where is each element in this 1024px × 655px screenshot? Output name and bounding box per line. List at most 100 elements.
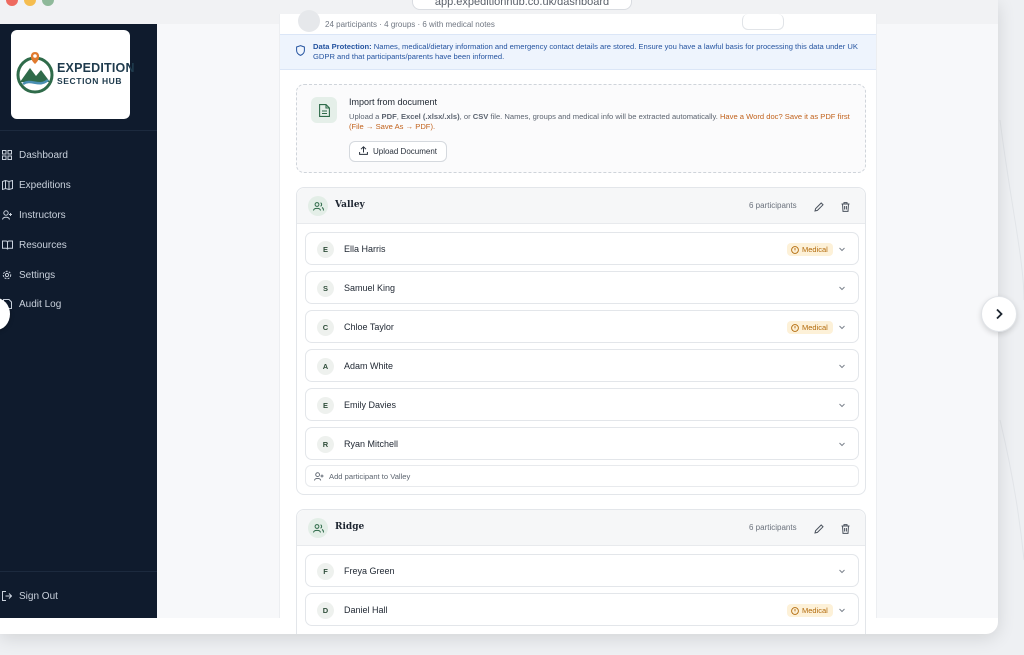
participant-name: Emily Davies [344,400,397,410]
upload-document-button[interactable]: Upload Document [349,141,447,162]
sidebar-item-expeditions[interactable]: Expeditions [0,175,157,195]
add-participant-button[interactable]: Add participant to Valley [305,465,859,487]
participant-initial: F [317,563,334,580]
brand-logo[interactable]: EXPEDITION SECTION HUB [11,30,135,119]
import-dropzone[interactable]: Import from document Upload a PDF, Excel… [296,84,866,173]
participant-name: Chloe Taylor [344,322,394,332]
participant-initial: R [317,436,334,453]
participant-initial: E [317,397,334,414]
user-plus-icon [314,471,324,481]
sidebar-item-settings[interactable]: Settings [0,265,157,285]
alert-circle-icon [791,606,799,615]
brand-subtitle: SECTION HUB [57,76,123,86]
participant-name: Ella Harris [344,244,386,254]
medical-badge: Medical [787,321,833,334]
brand-name: EXPEDITION [57,61,135,75]
data-protection-text: Data Protection: Names, medical/dietary … [313,42,858,61]
next-slide-button[interactable] [981,296,1017,332]
sidebar-item-label: Resources [19,239,67,251]
group-users-icon [308,518,328,538]
document-icon [311,97,337,123]
sidebar-item-label: Dashboard [19,149,68,161]
sidebar-item-label: Settings [19,269,56,281]
group-card-ridge: Ridge 6 participants F Freya Green D Dan… [296,509,866,634]
group-header: Ridge 6 participants [297,510,865,546]
sign-out-button[interactable]: Sign Out [0,586,157,606]
group-name: Valley [335,200,365,210]
delete-group-icon[interactable] [841,521,850,539]
data-protection-banner: Data Protection: Names, medical/dietary … [280,34,876,70]
chevron-down-icon[interactable] [838,284,846,292]
participant-initial: E [317,241,334,258]
edit-group-icon[interactable] [814,521,824,539]
participant-row[interactable]: D Daniel Hall Medical [305,593,859,626]
participant-row[interactable]: C Chloe Taylor Medical [305,310,859,343]
sidebar-divider [0,130,157,131]
chevron-right-icon [996,308,1003,320]
participant-initial: S [317,280,334,297]
participant-name: Adam White [344,361,394,371]
participant-row[interactable]: E Ella Harris Medical [305,232,859,265]
participant-name: Freya Green [344,566,395,576]
participant-name: Ryan Mitchell [344,439,399,449]
group-users-icon [308,196,328,216]
group-name: Ridge [335,522,365,532]
upload-icon [359,146,368,157]
alert-circle-icon [791,245,799,254]
sign-out-icon [0,591,14,601]
sidebar-divider [0,571,157,572]
chevron-down-icon[interactable] [838,362,846,370]
shield-icon [296,43,305,61]
expedition-summary: 24 participants · 4 groups · 6 with medi… [325,20,495,29]
edit-group-icon[interactable] [814,199,824,217]
chevron-down-icon[interactable] [838,245,846,253]
delete-group-icon[interactable] [841,199,850,217]
medical-badge: Medical [787,243,833,256]
sidebar-item-label: Audit Log [19,298,62,310]
gear-icon [0,270,14,280]
participant-name: Daniel Hall [344,605,388,615]
chevron-down-icon[interactable] [838,606,846,614]
sidebar-item-dashboard[interactable]: Dashboard [0,145,157,165]
import-title: Import from document [349,97,438,107]
close-window-icon[interactable] [6,0,18,6]
sidebar-item-resources[interactable]: Resources [0,235,157,255]
sidebar: EXPEDITION SECTION HUB Dashboard Expedit… [0,24,157,618]
participant-row[interactable]: E Emily Davies [305,388,859,421]
sidebar-item-instructors[interactable]: Instructors [0,205,157,225]
medical-badge: Medical [787,604,833,617]
participant-initial: A [317,358,334,375]
book-icon [0,240,14,250]
chevron-down-icon[interactable] [838,567,846,575]
main-area: 24 participants · 4 groups · 6 with medi… [157,10,998,634]
group-header: Valley 6 participants [297,188,865,224]
participant-name: Samuel King [344,283,396,293]
sign-out-label: Sign Out [19,590,58,602]
sidebar-item-label: Expeditions [19,179,71,191]
minimize-window-icon[interactable] [24,0,36,6]
upload-button-label: Upload Document [372,147,438,156]
participant-initial: C [317,319,334,336]
group-card-valley: Valley 6 participants E Ella Harris Medi… [296,187,866,495]
expedition-avatar [298,10,320,32]
participant-row[interactable]: A Adam White [305,349,859,382]
participant-row[interactable]: R Ryan Mitchell [305,427,859,460]
mountain-logo-icon [16,52,54,94]
participant-row[interactable]: S Samuel King [305,271,859,304]
chevron-down-icon[interactable] [838,401,846,409]
group-participant-count: 6 participants [749,523,797,532]
chevron-down-icon[interactable] [838,440,846,448]
map-icon [0,180,14,190]
header-action-button[interactable] [742,14,784,30]
import-description: Upload a PDF, Excel (.xlsx/.xls), or CSV… [349,112,850,131]
participant-initial: D [317,602,334,619]
sidebar-item-audit-log[interactable]: Audit Log [0,294,157,314]
group-participant-count: 6 participants [749,201,797,210]
chevron-down-icon[interactable] [838,323,846,331]
browser-window: app.expeditionhub.co.uk/dashboard EXPEDI… [0,0,998,634]
address-bar[interactable]: app.expeditionhub.co.uk/dashboard [412,0,632,10]
alert-circle-icon [791,323,799,332]
grid-icon [0,150,14,160]
maximize-window-icon[interactable] [42,0,54,6]
participant-row[interactable]: F Freya Green [305,554,859,587]
